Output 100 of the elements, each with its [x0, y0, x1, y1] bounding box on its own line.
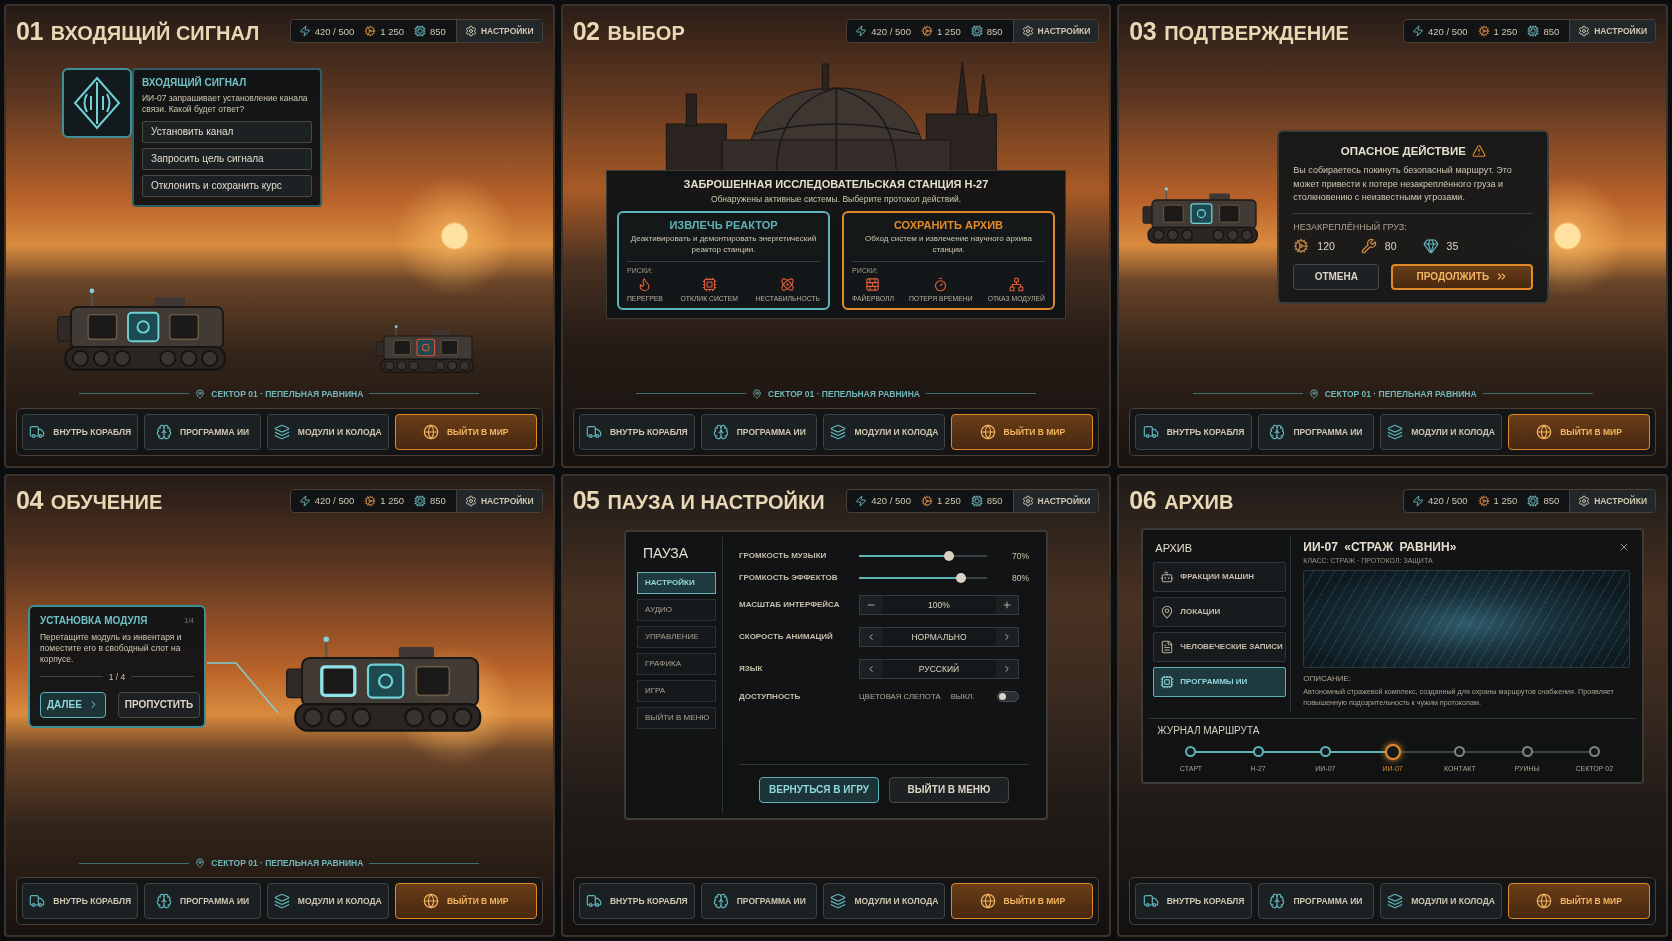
resource-value: 850: [1543, 25, 1560, 37]
choice-title: СОХРАНИТЬ АРХИВ: [892, 219, 1004, 231]
route-title: ЖУРНАЛ МАРШРУТА: [1157, 724, 1261, 736]
nav-button[interactable]: ВНУТРЬ КОРАБЛЯ: [1135, 883, 1252, 919]
resource-value: 1 250: [380, 495, 405, 506]
archive-category[interactable]: ПРОГРАММЫ ИИ: [1153, 666, 1287, 697]
exit-menu-button[interactable]: ВЫЙТИ В МЕНЮ: [889, 776, 1009, 803]
archive-category[interactable]: ФРАКЦИИ МАШИН: [1153, 561, 1287, 592]
settings-button[interactable]: НАСТРОЙКИ: [1012, 489, 1099, 512]
selector-value: РУССКИЙ: [917, 662, 961, 676]
settings-button[interactable]: НАСТРОЙКИ: [455, 489, 542, 512]
settings-button[interactable]: НАСТРОЙКИ: [1012, 20, 1099, 42]
resource-value: 850: [430, 495, 446, 506]
nav-button[interactable]: ВЫЙТИ В МИР: [1508, 883, 1650, 919]
menu-item[interactable]: НАСТРОЙКИ: [637, 571, 716, 594]
screen-title: ВХОДЯЩИЙ СИГНАЛ: [50, 21, 260, 45]
nav-button[interactable]: ВЫЙТИ В МИР: [951, 413, 1094, 450]
cancel-button[interactable]: ОТМЕНА: [1293, 263, 1380, 290]
location-text: СЕКТОР 01 · ПЕПЕЛЬНАЯ РАВНИНА: [211, 858, 364, 868]
nav-button[interactable]: ПРОГРАММА ИИ: [144, 413, 261, 450]
menu-item[interactable]: АУДИО: [637, 598, 716, 621]
choice-title: ИЗВЛЕЧЬ РЕАКТОР: [668, 219, 779, 231]
screen-number: 06: [1129, 486, 1157, 515]
menu-item[interactable]: ГРАФИКА: [637, 652, 716, 675]
tooltip-text: Перетащите модуль из инвентаря и поместите его в свободный слот на корпусе.: [40, 631, 183, 666]
nav-button[interactable]: МОДУЛИ И КОЛОДА: [823, 413, 946, 450]
nav-button[interactable]: ПРОГРАММА ИИ: [144, 883, 261, 919]
screen-title: ПАУЗА И НАСТРОЙКИ: [607, 491, 825, 514]
location-text: СЕКТОР 01 · ПЕПЕЛЬНАЯ РАВНИНА: [211, 388, 364, 399]
setting-label: ДОСТУПНОСТЬ: [739, 691, 802, 701]
screen-number: 04: [16, 486, 43, 515]
nav-button[interactable]: МОДУЛИ И КОЛОДА: [266, 883, 389, 919]
archive-title: АРХИВ: [1154, 540, 1194, 556]
screen-title: ПОДТВЕРЖДЕНИЕ: [1164, 21, 1349, 45]
nav-button[interactable]: МОДУЛИ И КОЛОДА: [823, 883, 946, 919]
choice-text: Обход систем и извлечение научного архива станции.: [864, 234, 1033, 256]
entry-title: ИИ-07 «СТРАЖ РАВНИН»: [1303, 539, 1457, 554]
cargo-value: 120: [1317, 239, 1335, 252]
screen-title: АРХИВ: [1164, 491, 1234, 514]
slider-value: 70%: [1010, 550, 1029, 561]
resource-value: 1 250: [380, 25, 405, 37]
screen-number: 01: [16, 16, 43, 46]
setting-label: ЯЗЫК: [739, 664, 764, 673]
resume-button[interactable]: ВЕРНУТЬСЯ В ИГРУ: [759, 776, 879, 803]
setting-label: СКОРОСТЬ АНИМАЦИЙ: [739, 632, 834, 641]
nav-button[interactable]: ПРОГРАММА ИИ: [1257, 413, 1375, 450]
tooltip-title: УСТАНОВКА МОДУЛЯ: [40, 614, 148, 626]
nav-button[interactable]: ВЫЙТИ В МИР: [1508, 413, 1650, 450]
nav-button[interactable]: ВЫЙТИ В МИР: [951, 883, 1094, 919]
nav-button[interactable]: ВНУТРЬ КОРАБЛЯ: [22, 883, 139, 919]
skip-button[interactable]: ПРОПУСТИТЬ: [117, 691, 201, 718]
location-text: СЕКТОР 01 · ПЕПЕЛЬНАЯ РАВНИНА: [768, 388, 920, 399]
archive-category[interactable]: ЧЕЛОВЕЧЕСКИЕ ЗАПИСИ: [1153, 631, 1287, 662]
settings-button[interactable]: НАСТРОЙКИ: [455, 20, 542, 42]
screen-number: 02: [572, 16, 600, 46]
reply-option[interactable]: Установить канал: [142, 120, 312, 143]
nav-button[interactable]: ВНУТРЬ КОРАБЛЯ: [578, 883, 696, 919]
resource-value: 1 250: [1493, 25, 1518, 37]
nav-button[interactable]: МОДУЛИ И КОЛОДА: [1380, 413, 1502, 450]
location-text: СЕКТОР 01 · ПЕПЕЛЬНАЯ РАВНИНА: [1324, 388, 1477, 399]
menu-item[interactable]: ВЫЙТИ В МЕНЮ: [637, 706, 716, 729]
nav-button[interactable]: МОДУЛИ И КОЛОДА: [266, 413, 389, 450]
nav-button[interactable]: ВНУТРЬ КОРАБЛЯ: [22, 413, 139, 450]
nav-button[interactable]: ПРОГРАММА ИИ: [701, 883, 818, 919]
screen-number: 03: [1129, 16, 1157, 46]
setting-label: МАСШТАБ ИНТЕРФЕЙСА: [739, 600, 841, 609]
nav-button[interactable]: ВНУТРЬ КОРАБЛЯ: [578, 413, 696, 450]
nav-button[interactable]: ВЫЙТИ В МИР: [394, 883, 537, 919]
setting-label: ГРОМКОСТЬ ЭФФЕКТОВ: [739, 573, 839, 582]
resource-value: 420 / 500: [871, 25, 911, 37]
resource-value: 420 / 500: [1427, 495, 1468, 506]
cargo-value: 80: [1384, 239, 1397, 252]
menu-item[interactable]: ИГРА: [637, 679, 716, 702]
menu-item[interactable]: УПРАВЛЕНИЕ: [637, 625, 716, 648]
nav-button[interactable]: МОДУЛИ И КОЛОДА: [1380, 883, 1502, 919]
next-button[interactable]: ДАЛЕЕ: [40, 691, 106, 718]
resource-value: 850: [986, 25, 1003, 37]
resource-value: 1 250: [936, 25, 961, 37]
cargo-label: НЕЗАКРЕПЛЁННЫЙ ГРУЗ:: [1293, 221, 1408, 232]
archive-category[interactable]: ЛОКАЦИИ: [1153, 596, 1287, 627]
nav-button[interactable]: ПРОГРАММА ИИ: [1257, 883, 1375, 919]
nav-button[interactable]: ПРОГРАММА ИИ: [701, 413, 818, 450]
choice-text: Деактивировать и демонтировать энергетический реактор станции.: [629, 234, 818, 256]
continue-button[interactable]: ПРОДОЛЖИТЬ: [1391, 263, 1534, 290]
reply-option[interactable]: Запросить цель сигнала: [142, 147, 312, 170]
resource-value: 850: [430, 25, 446, 37]
selector-value: НОРМАЛЬНО: [910, 630, 968, 644]
settings-button[interactable]: НАСТРОЙКИ: [1569, 489, 1655, 512]
description-label: ОПИСАНИЕ:: [1303, 673, 1353, 683]
dialog-text: ИИ-07 запрашивает установление канала связи. Какой будет ответ?: [142, 93, 309, 116]
setting-label: ГРОМКОСТЬ МУЗЫКИ: [739, 551, 828, 560]
resource-value: 1 250: [1493, 495, 1518, 506]
screen-number: 05: [572, 486, 600, 515]
nav-button[interactable]: ВНУТРЬ КОРАБЛЯ: [1135, 413, 1252, 450]
reply-option[interactable]: Отклонить и сохранить курс: [142, 174, 312, 197]
resource-value: 420 / 500: [871, 495, 911, 506]
resource-value: 420 / 500: [314, 495, 355, 506]
nav-button[interactable]: ВЫЙТИ В МИР: [394, 413, 537, 450]
settings-button[interactable]: НАСТРОЙКИ: [1569, 20, 1655, 42]
resource-value: 420 / 500: [1427, 25, 1468, 37]
